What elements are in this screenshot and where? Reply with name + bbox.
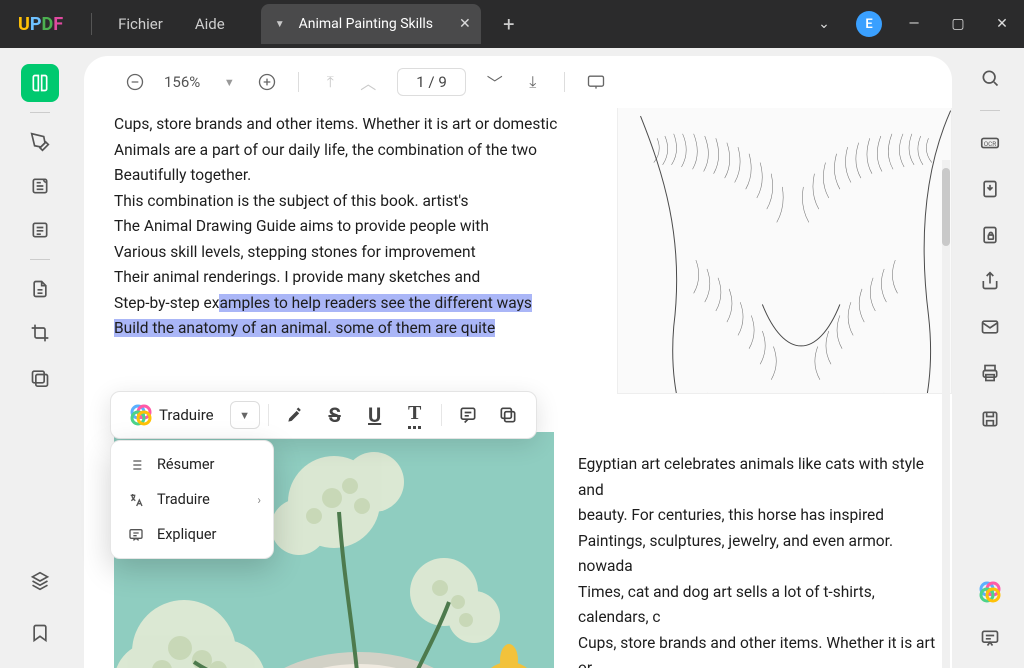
print-icon[interactable] (976, 359, 1004, 387)
prev-page-button[interactable]: ︿ (353, 67, 383, 97)
last-page-button[interactable]: ⤓ (518, 67, 548, 97)
text-tool-icon[interactable]: T (397, 398, 433, 432)
svg-text:OCR: OCR (984, 140, 997, 148)
chat-icon[interactable] (976, 624, 1004, 652)
main-area: 156% ▼ ⤒ ︿ 1 / 9 ﹀ ⤓ Cups, store brands … (0, 48, 1024, 668)
sidebar-crop-tool[interactable] (21, 314, 59, 352)
copy-tool-icon[interactable] (490, 398, 526, 432)
divider (298, 72, 299, 92)
translate-button[interactable]: Traduire (121, 399, 222, 431)
strikethrough-tool-icon[interactable]: S (317, 398, 353, 432)
divider (980, 110, 1000, 111)
view-toolbar: 156% ▼ ⤒ ︿ 1 / 9 ﹀ ⤓ (84, 56, 952, 108)
ocr-icon[interactable]: OCR (976, 129, 1004, 157)
divider (30, 259, 50, 260)
first-page-button[interactable]: ⤒ (315, 67, 345, 97)
translate-dropdown-icon[interactable]: ▼ (230, 401, 260, 429)
sidebar-reader-mode[interactable] (21, 64, 59, 102)
window-maximize-button[interactable]: ▢ (936, 0, 980, 48)
next-page-button[interactable]: ﹀ (480, 67, 510, 97)
tab-title: Animal Painting Skills (299, 16, 433, 32)
divider (441, 404, 442, 426)
menu-item-summarize[interactable]: Résumer (111, 447, 273, 482)
convert-icon[interactable] (976, 175, 1004, 203)
sidebar-form-tool[interactable] (21, 270, 59, 308)
search-icon[interactable] (976, 64, 1004, 92)
selection-toolbar: Traduire ▼ S U T (110, 391, 537, 439)
window-minimize-button[interactable]: — (892, 0, 936, 48)
scrollbar-thumb[interactable] (942, 168, 950, 246)
ai-context-menu: Résumer Traduire › Expliquer (110, 440, 274, 559)
protect-icon[interactable] (976, 221, 1004, 249)
sidebar-comment-tool[interactable] (21, 123, 59, 161)
chevron-right-icon: › (257, 493, 261, 507)
text-selection[interactable]: amples to help readers see the different… (219, 294, 531, 312)
sidebar-redact-tool[interactable] (21, 358, 59, 396)
sidebar-page-tool[interactable] (21, 211, 59, 249)
translate-icon (125, 492, 147, 508)
new-tab-button[interactable]: + (489, 12, 529, 36)
sidebar-bookmark-icon[interactable] (21, 614, 59, 652)
user-avatar[interactable]: E (856, 11, 882, 37)
share-icon[interactable] (976, 267, 1004, 295)
zoom-dropdown-icon[interactable]: ▼ (214, 67, 244, 97)
window-close-button[interactable]: ✕ (980, 0, 1024, 48)
divider (91, 13, 92, 35)
zoom-out-button[interactable] (120, 67, 150, 97)
presentation-mode-button[interactable] (581, 67, 611, 97)
underline-tool-icon[interactable]: U (357, 398, 393, 432)
tab-dropdown-icon[interactable]: ▼ (275, 19, 285, 30)
titlebar: UPDF Fichier Aide ▼ Animal Painting Skil… (0, 0, 1024, 48)
app-logo: UPDF (18, 14, 63, 35)
zoom-level: 156% (164, 73, 200, 91)
text-block-left[interactable]: Cups, store brands and other items. Whet… (114, 112, 584, 342)
divider (564, 72, 565, 92)
ai-assistant-icon[interactable] (976, 578, 1004, 606)
email-icon[interactable] (976, 313, 1004, 341)
translate-button-label: Traduire (159, 406, 214, 424)
text-block-right[interactable]: Egyptian art celebrates animals like cat… (578, 452, 938, 668)
document-viewport: 156% ▼ ⤒ ︿ 1 / 9 ﹀ ⤓ Cups, store brands … (84, 56, 952, 668)
document-page[interactable]: Cups, store brands and other items. Whet… (84, 108, 952, 668)
divider (30, 112, 50, 113)
left-sidebar (0, 48, 80, 668)
page-indicator[interactable]: 1 / 9 (397, 68, 466, 96)
menu-file[interactable]: Fichier (102, 15, 179, 33)
note-tool-icon[interactable] (450, 398, 486, 432)
menu-item-explain[interactable]: Expliquer (111, 517, 273, 552)
save-icon[interactable] (976, 405, 1004, 433)
highlight-tool-icon[interactable] (277, 398, 313, 432)
window-menu-caret-icon[interactable]: ⌄ (802, 0, 846, 48)
zoom-in-button[interactable] (252, 67, 282, 97)
sidebar-edit-tool[interactable] (21, 167, 59, 205)
menu-help[interactable]: Aide (179, 15, 241, 33)
right-sidebar: OCR (956, 48, 1024, 668)
list-icon (125, 457, 147, 473)
text-selection[interactable]: Build the anatomy of an animal. some of … (114, 319, 495, 337)
sidebar-layers-icon[interactable] (21, 562, 59, 600)
scrollbar[interactable] (942, 160, 950, 668)
divider (268, 404, 269, 426)
explain-icon (125, 527, 147, 543)
tab-close-icon[interactable]: ✕ (459, 16, 471, 32)
document-tab[interactable]: ▼ Animal Painting Skills ✕ (261, 4, 481, 44)
menu-item-translate[interactable]: Traduire › (111, 482, 273, 517)
image-animal-sketch (617, 108, 952, 394)
